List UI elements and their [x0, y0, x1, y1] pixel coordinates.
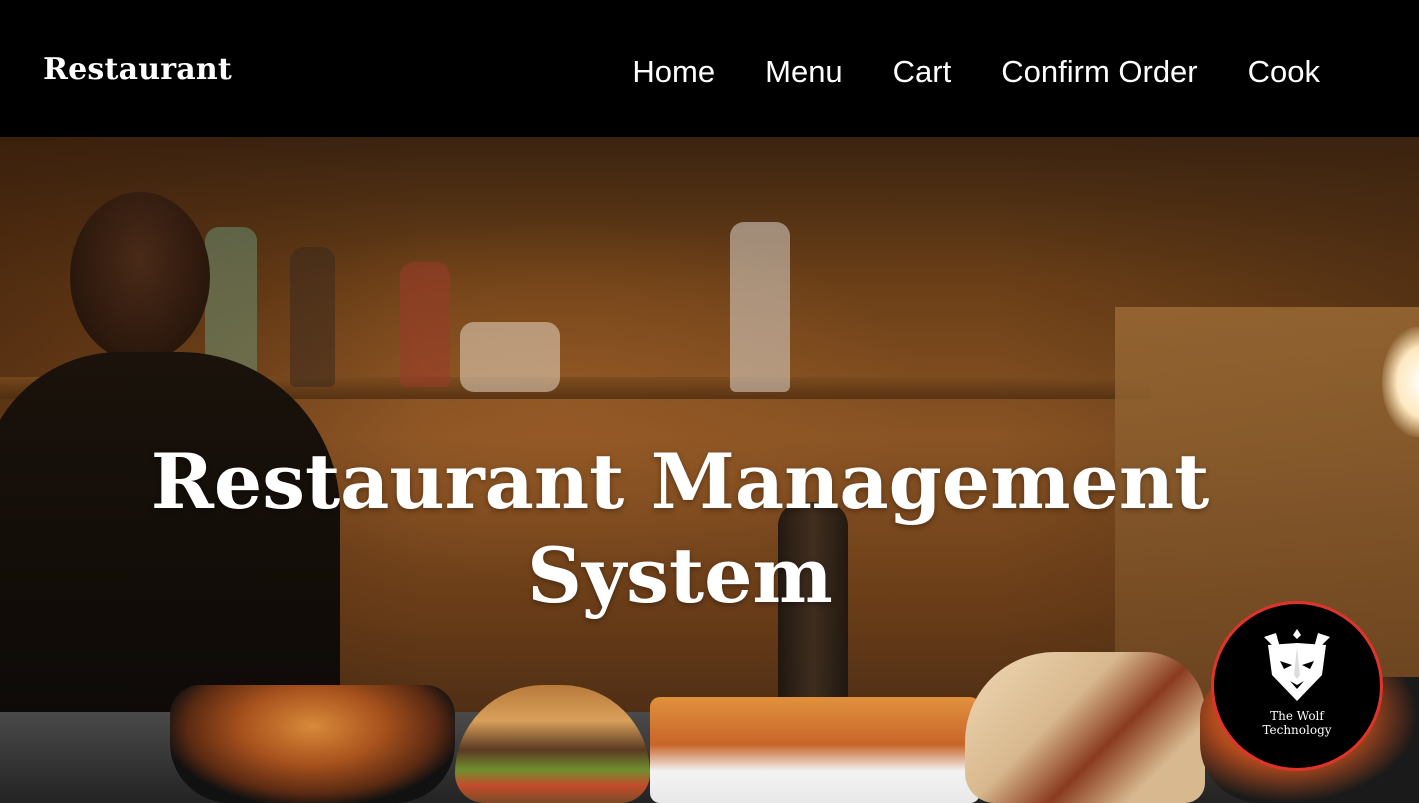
background-bowl [460, 322, 560, 392]
nav-link-menu[interactable]: Menu [765, 54, 843, 90]
hero-title-line1: Restaurant Management [150, 437, 1210, 526]
hero-title: Restaurant Management System [0, 435, 1360, 623]
wolf-technology-badge: The Wolf Technology [1214, 604, 1380, 768]
nav-link-home[interactable]: Home [632, 54, 715, 90]
hero-banner: Restaurant Management System [0, 137, 1419, 803]
page: Restaurant Home Menu Cart Confirm Order … [0, 0, 1419, 803]
wolf-logo-icon [1264, 629, 1330, 701]
background-bottle [290, 247, 335, 387]
fries-plate [650, 697, 980, 803]
chef-head [70, 192, 210, 362]
nav-link-cook[interactable]: Cook [1248, 54, 1320, 90]
background-bottle [400, 262, 450, 387]
loaded-fries-bowl [170, 685, 455, 803]
nav-links: Home Menu Cart Confirm Order Cook [632, 54, 1320, 90]
wrap [965, 652, 1205, 803]
badge-text: The Wolf Technology [1262, 709, 1331, 737]
hero-title-line2: System [527, 531, 833, 620]
badge-line1: The Wolf [1270, 709, 1324, 723]
background-bottle [730, 222, 790, 392]
nav-link-confirm-order[interactable]: Confirm Order [1001, 54, 1197, 90]
nav-link-cart[interactable]: Cart [893, 54, 952, 90]
navbar: Restaurant Home Menu Cart Confirm Order … [0, 0, 1419, 137]
badge-line2: Technology [1262, 723, 1332, 737]
brand-link[interactable]: Restaurant [43, 52, 232, 87]
